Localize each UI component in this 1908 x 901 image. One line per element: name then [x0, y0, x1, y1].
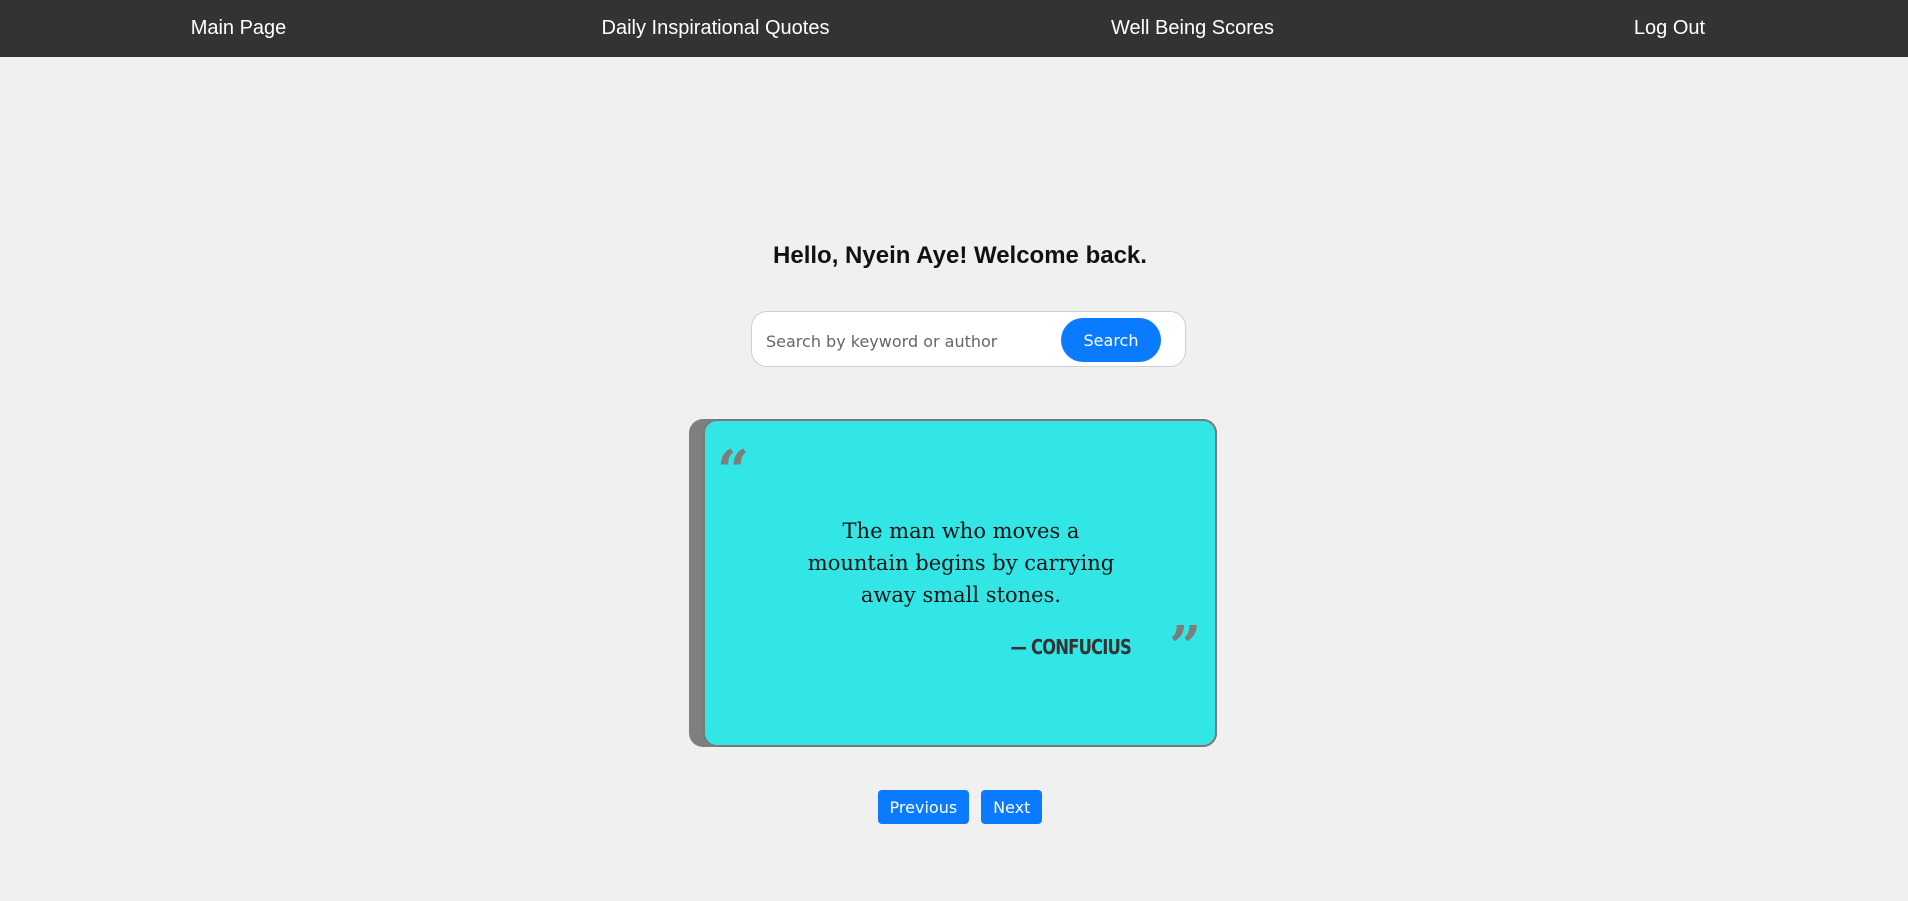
search-button[interactable]: Search: [1061, 318, 1161, 362]
next-button[interactable]: Next: [981, 790, 1043, 824]
open-quote-icon: “: [717, 438, 750, 504]
nav-link-main-page[interactable]: Main Page: [0, 17, 477, 40]
welcome-greeting: Hello, Nyein Aye! Welcome back.: [773, 242, 1147, 269]
quote-author: — CONFUCIUS: [1010, 635, 1131, 659]
search-bar: Search: [751, 311, 1186, 367]
top-navbar: Main Page Daily Inspirational Quotes Wel…: [0, 0, 1908, 57]
nav-link-well-being-scores[interactable]: Well Being Scores: [954, 17, 1431, 40]
nav-link-log-out[interactable]: Log Out: [1431, 17, 1908, 40]
quote-card: “ The man who moves a mountain begins by…: [703, 419, 1217, 747]
search-input[interactable]: [764, 322, 1058, 360]
close-quote-icon: ”: [1169, 614, 1202, 680]
quote-pager: Previous Next: [0, 790, 1908, 824]
quote-text: The man who moves a mountain begins by c…: [807, 519, 1115, 607]
previous-button[interactable]: Previous: [877, 790, 970, 824]
nav-link-daily-quotes[interactable]: Daily Inspirational Quotes: [477, 17, 954, 40]
